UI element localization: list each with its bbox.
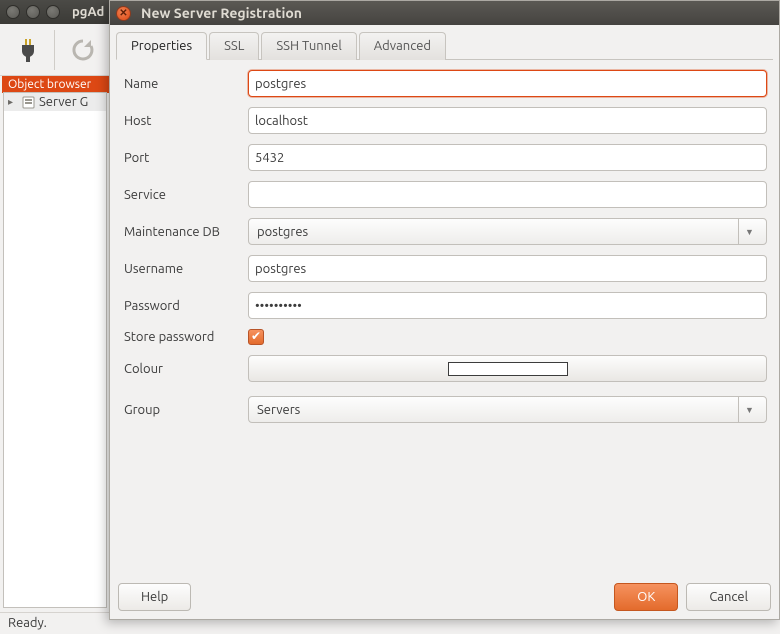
colour-swatch xyxy=(448,362,568,376)
maintenance-db-value: postgres xyxy=(255,225,308,239)
host-label: Host xyxy=(122,114,248,128)
tree-item-label: Server G xyxy=(39,95,88,109)
tab-properties[interactable]: Properties xyxy=(116,32,207,60)
tree-item-server-groups[interactable]: ▸ Server G xyxy=(4,93,106,111)
tab-ssh-tunnel[interactable]: SSH Tunnel xyxy=(261,32,356,60)
store-password-checkbox[interactable]: ✔ xyxy=(248,329,264,345)
colour-label: Colour xyxy=(122,362,248,376)
maintenance-db-label: Maintenance DB xyxy=(122,225,248,239)
tree-expand-icon[interactable]: ▸ xyxy=(8,96,18,108)
dialog-title: New Server Registration xyxy=(141,5,302,21)
port-input[interactable] xyxy=(248,144,767,171)
help-button[interactable]: Help xyxy=(118,583,191,611)
service-label: Service xyxy=(122,188,248,202)
group-select[interactable]: Servers ▼ xyxy=(248,396,767,423)
tab-advanced[interactable]: Advanced xyxy=(359,32,446,60)
chevron-down-icon: ▼ xyxy=(738,397,760,422)
new-server-dialog: ✕ New Server Registration Properties SSL… xyxy=(109,0,780,620)
main-window-title: pgAd xyxy=(72,5,104,19)
store-password-label: Store password xyxy=(122,330,248,344)
refresh-icon[interactable] xyxy=(63,30,103,70)
close-icon[interactable]: ✕ xyxy=(116,6,131,21)
server-group-icon xyxy=(21,95,35,109)
cancel-button[interactable]: Cancel xyxy=(686,583,771,611)
colour-button[interactable] xyxy=(248,355,767,382)
dialog-titlebar: ✕ New Server Registration xyxy=(110,1,779,25)
name-label: Name xyxy=(122,77,248,91)
group-value: Servers xyxy=(255,403,300,417)
properties-form: Name Host Port Service Maintenance DB po… xyxy=(116,60,773,439)
password-input[interactable] xyxy=(248,292,767,319)
service-input[interactable] xyxy=(248,181,767,208)
group-label: Group xyxy=(122,403,248,417)
dialog-button-bar: Help OK Cancel xyxy=(118,583,771,611)
window-close-icon[interactable] xyxy=(6,5,20,19)
toolbar-separator xyxy=(54,30,55,70)
object-browser-header: Object browser xyxy=(2,76,111,93)
window-minimize-icon[interactable] xyxy=(26,5,40,19)
maintenance-db-select[interactable]: postgres ▼ xyxy=(248,218,767,245)
object-browser-panel: ▸ Server G xyxy=(3,92,107,608)
username-label: Username xyxy=(122,262,248,276)
check-icon: ✔ xyxy=(251,331,261,343)
host-input[interactable] xyxy=(248,107,767,134)
chevron-down-icon: ▼ xyxy=(738,219,760,244)
dialog-tabs: Properties SSL SSH Tunnel Advanced xyxy=(116,31,773,60)
ok-button[interactable]: OK xyxy=(614,583,678,611)
port-label: Port xyxy=(122,151,248,165)
username-input[interactable] xyxy=(248,255,767,282)
tab-ssl[interactable]: SSL xyxy=(209,32,259,60)
plug-icon[interactable] xyxy=(6,30,46,70)
window-maximize-icon[interactable] xyxy=(46,5,60,19)
status-text: Ready. xyxy=(8,616,47,630)
password-label: Password xyxy=(122,299,248,313)
name-input[interactable] xyxy=(248,70,767,97)
